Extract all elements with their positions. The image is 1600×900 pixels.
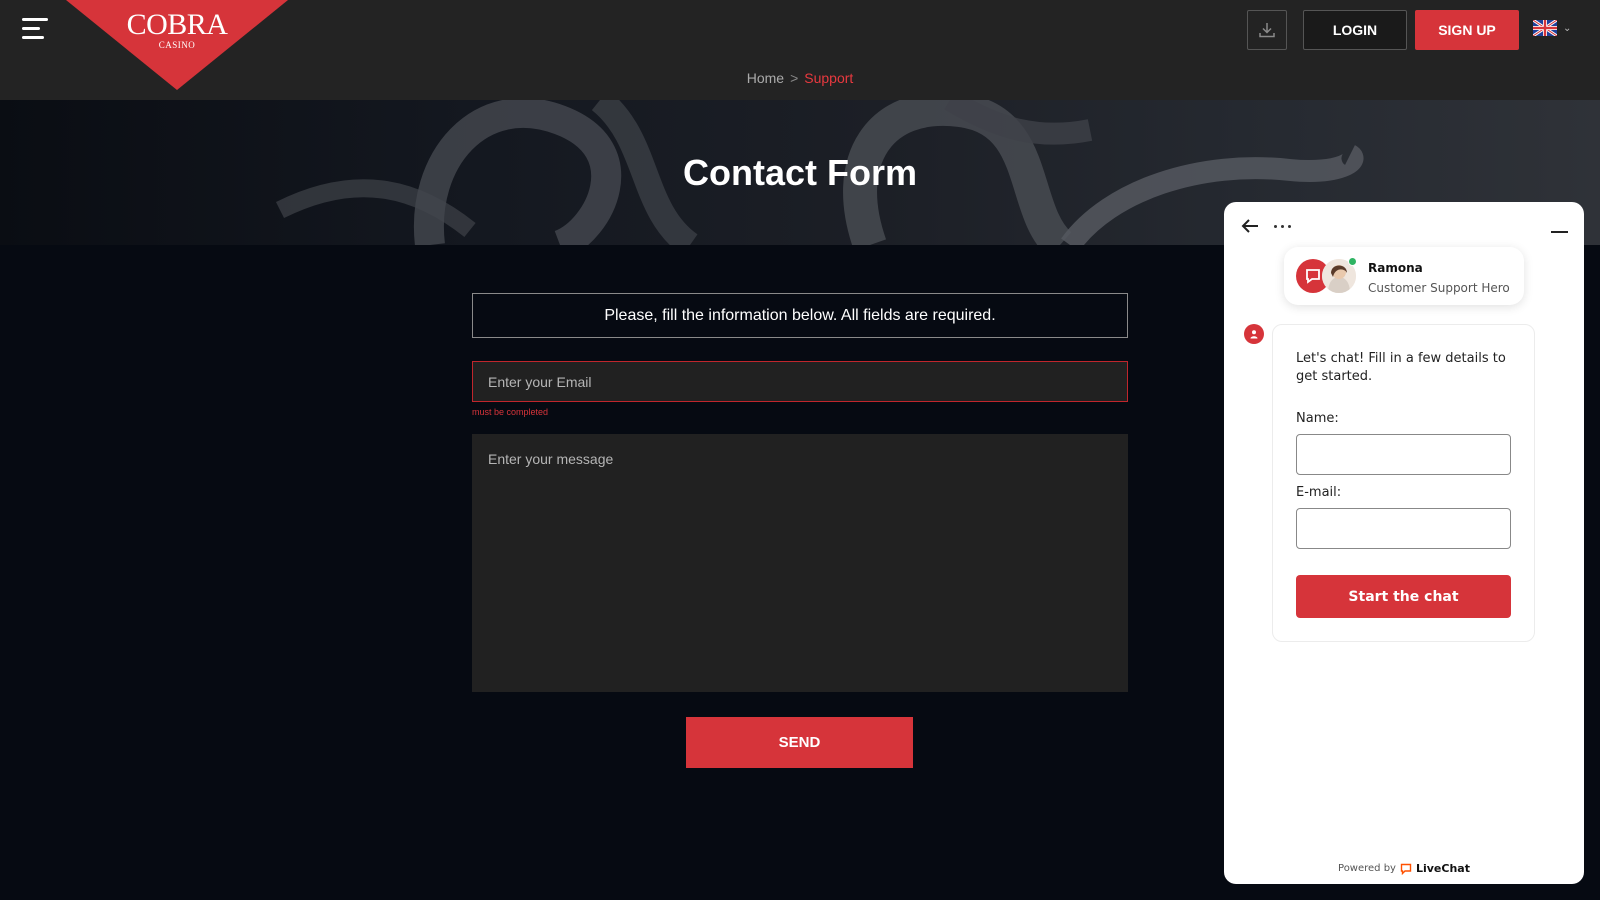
signup-button[interactable]: SIGN UP <box>1415 10 1519 50</box>
email-error-message: must be completed <box>472 407 549 417</box>
powered-by-text: Powered by <box>1338 863 1396 874</box>
livechat-logo-icon <box>1400 863 1412 875</box>
agent-role: Customer Support Hero <box>1368 281 1510 295</box>
chat-name-input[interactable] <box>1296 434 1511 475</box>
back-arrow-icon[interactable] <box>1238 214 1262 238</box>
chat-email-input[interactable] <box>1296 508 1511 549</box>
email-input[interactable] <box>472 361 1128 402</box>
name-label: Name: <box>1296 411 1339 426</box>
agent-name: Ramona <box>1368 261 1423 275</box>
bot-user-icon <box>1244 324 1264 344</box>
site-header: COBRA CASINO LOGIN SIGN UP ⌄ Home > Suppor… <box>0 0 1600 100</box>
powered-by-footer[interactable]: Powered by LiveChat <box>1224 862 1584 875</box>
livechat-widget: Ramona Customer Support Hero Let's chat!… <box>1224 202 1584 884</box>
breadcrumb-current: Support <box>804 70 854 86</box>
more-options-icon[interactable] <box>1274 214 1302 238</box>
logo-text: COBRA <box>126 8 228 41</box>
email-label: E-mail: <box>1296 485 1342 500</box>
send-button[interactable]: SEND <box>686 717 913 768</box>
breadcrumb-separator: > <box>790 70 799 86</box>
uk-flag-icon <box>1533 20 1557 36</box>
agent-card: Ramona Customer Support Hero <box>1284 247 1524 305</box>
online-status-dot <box>1348 257 1357 266</box>
minimize-icon[interactable] <box>1548 218 1570 238</box>
download-app-button[interactable] <box>1247 10 1287 50</box>
download-icon <box>1259 23 1275 38</box>
form-info-box: Please, fill the information below. All … <box>472 293 1128 338</box>
chat-intro-text: Let's chat! Fill in a few details to get… <box>1296 351 1506 384</box>
message-textarea[interactable] <box>472 434 1128 692</box>
livechat-brand-text: LiveChat <box>1415 862 1470 875</box>
breadcrumb: Home > Support <box>0 70 1600 86</box>
chevron-down-icon: ⌄ <box>1563 22 1572 34</box>
prechat-form: Let's chat! Fill in a few details to get… <box>1272 324 1535 642</box>
hamburger-menu-icon[interactable] <box>22 18 48 40</box>
page-title: Contact Form <box>683 152 917 193</box>
breadcrumb-home[interactable]: Home <box>747 70 784 86</box>
language-selector[interactable]: ⌄ <box>1533 20 1571 36</box>
logo-subtext: CASINO <box>158 40 196 50</box>
login-button[interactable]: LOGIN <box>1303 10 1407 50</box>
start-chat-button[interactable]: Start the chat <box>1296 575 1511 618</box>
